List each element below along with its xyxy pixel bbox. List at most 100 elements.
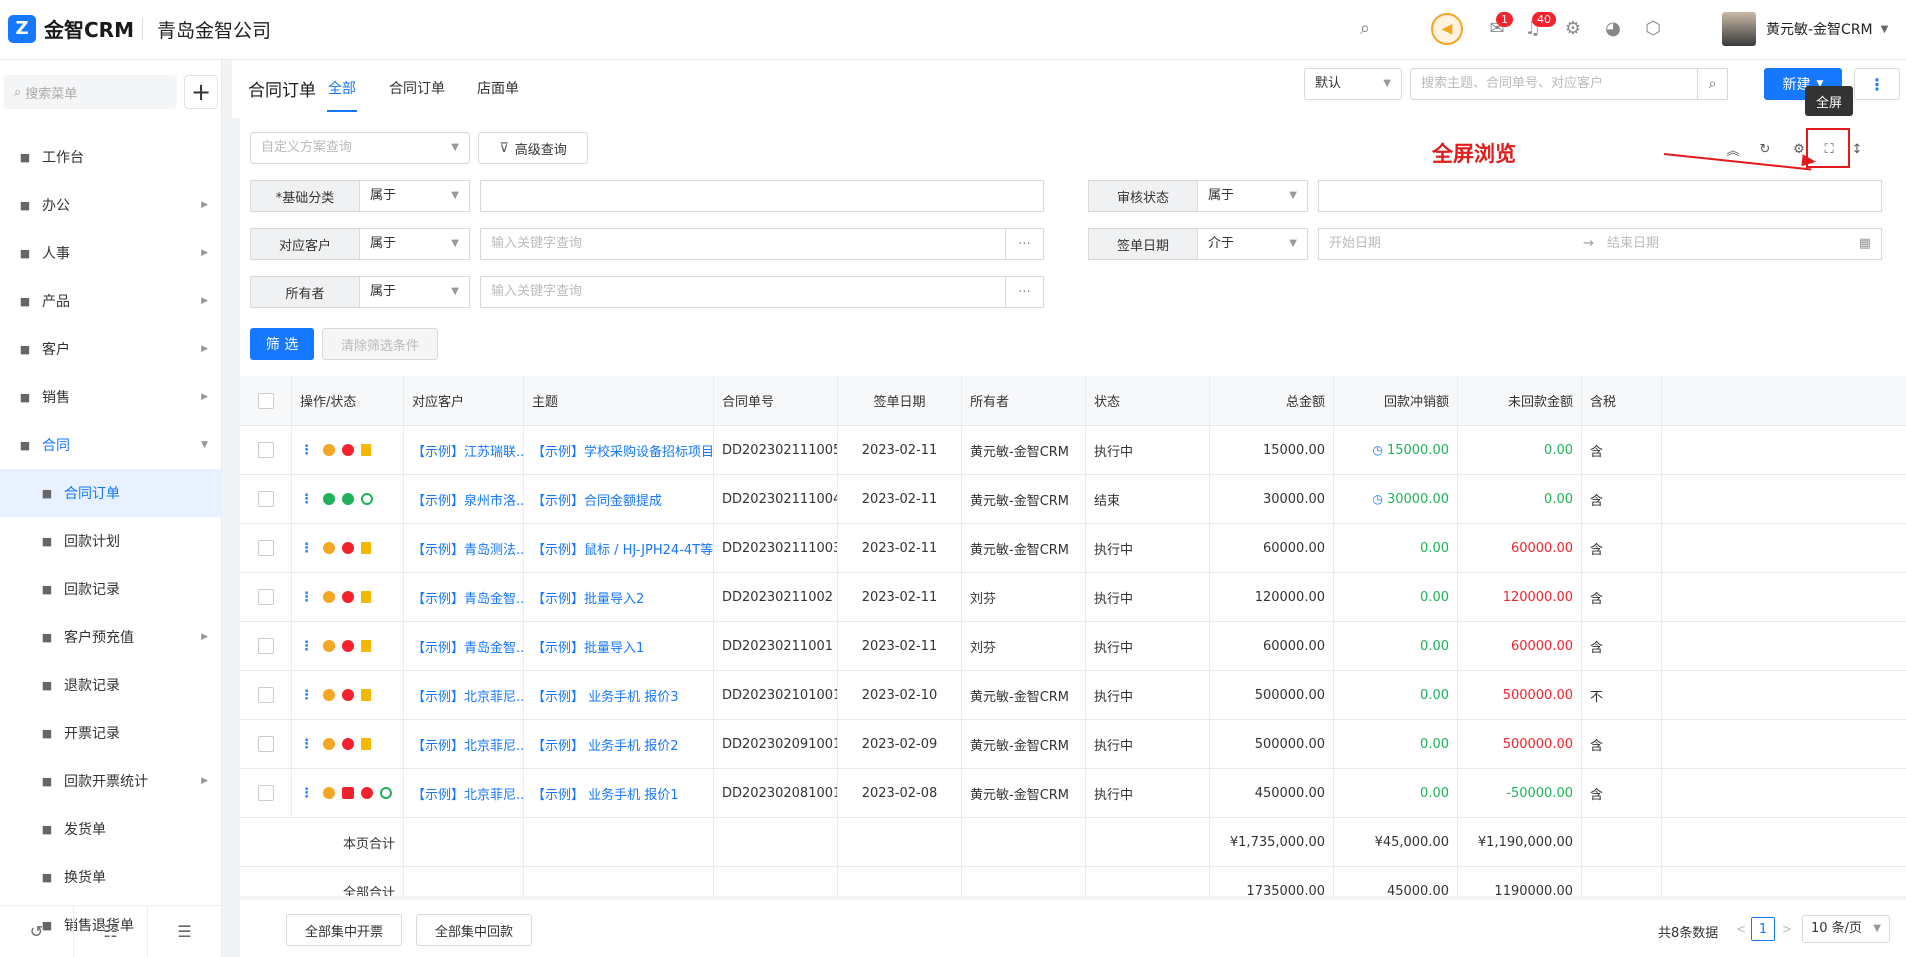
add-menu-button[interactable]: + <box>184 75 218 109</box>
tab-contract-orders[interactable]: 合同订单 <box>389 78 445 98</box>
sidebar-item[interactable]: ■ 销售 ▶ <box>0 373 222 421</box>
sidebar-item[interactable]: ■ 产品 ▶ <box>0 277 222 325</box>
search-icon[interactable]: ⌕ <box>1352 15 1378 41</box>
subject-link[interactable]: 【示例】合同金额提成 <box>532 490 662 509</box>
audit-operator-select[interactable]: 属于 ▼ <box>1198 180 1308 212</box>
table-row[interactable]: ⋮ 【示例】青岛金智... 【示例】批量导入2 DD20230211002 2023-0… <box>240 573 1906 622</box>
more-vertical-icon[interactable]: ⋮ <box>300 492 313 507</box>
row-checkbox[interactable] <box>257 736 274 752</box>
subject-link[interactable]: 【示例】批量导入2 <box>532 588 644 607</box>
column-header-date[interactable]: 签单日期 <box>838 376 962 425</box>
pie-chart-icon[interactable]: ◕ <box>1600 15 1626 41</box>
table-row[interactable]: ⋮ 【示例】泉州市洛... 【示例】合同金额提成 DD202302111004 2023… <box>240 475 1906 524</box>
custom-scheme-select[interactable]: 自定义方案查询 ▼ <box>250 132 470 164</box>
more-actions-button[interactable]: ⋮ <box>1854 68 1900 100</box>
customer-picker-button[interactable]: ··· <box>1006 228 1044 260</box>
subject-link[interactable]: 【示例】 业务手机 报价1 <box>532 784 679 803</box>
prev-page-button[interactable]: < <box>1736 922 1746 936</box>
row-actions[interactable]: ⋮ <box>292 720 404 768</box>
row-checkbox-cell[interactable] <box>240 475 292 523</box>
subject-cell[interactable]: 【示例】鼠标 / HJ-JPH24-4T等3... <box>524 524 714 572</box>
column-header-owner[interactable]: 所有者 <box>962 376 1086 425</box>
select-all-checkbox-cell[interactable] <box>240 376 292 425</box>
page-number-current[interactable]: 1 <box>1751 917 1775 941</box>
sidebar-item[interactable]: ■ 合同 ▼ <box>0 421 222 469</box>
row-checkbox-cell[interactable] <box>240 720 292 768</box>
customer-cell[interactable]: 【示例】青岛测法... <box>404 524 524 572</box>
table-row[interactable]: ⋮ 【示例】青岛金智... 【示例】批量导入1 DD20230211001 2023-0… <box>240 622 1906 671</box>
row-actions[interactable]: ⋮ <box>292 524 404 572</box>
subject-link[interactable]: 【示例】 业务手机 报价3 <box>532 686 679 705</box>
row-checkbox[interactable] <box>257 540 274 556</box>
table-row[interactable]: ⋮ 【示例】江苏瑞联... 【示例】学校采购设备招标项目 DD202302111005… <box>240 426 1906 475</box>
column-header-ops[interactable]: 操作/状态 <box>292 376 404 425</box>
row-checkbox-cell[interactable] <box>240 426 292 474</box>
advanced-query-button[interactable]: ⊽ 高级查询 <box>478 132 588 164</box>
subject-cell[interactable]: 【示例】 业务手机 报价3 <box>524 671 714 719</box>
column-header-subject[interactable]: 主题 <box>524 376 714 425</box>
row-checkbox[interactable] <box>257 785 274 801</box>
customer-link[interactable]: 【示例】江苏瑞联... <box>412 441 523 460</box>
sidebar-item[interactable]: ■ 发货单 <box>0 805 222 853</box>
audit-status-input[interactable] <box>1318 180 1882 212</box>
table-row[interactable]: ⋮ 【示例】北京菲尼... 【示例】 业务手机 报价1 DD202302081001 2… <box>240 769 1906 818</box>
sign-date-operator-select[interactable]: 介于 ▼ <box>1198 228 1308 260</box>
customer-cell[interactable]: 【示例】北京菲尼... <box>404 720 524 768</box>
search-input[interactable]: 搜索主题、合同单号、对应客户 <box>1410 68 1698 100</box>
sidebar-item[interactable]: ■ 办公 ▶ <box>0 181 222 229</box>
sidebar-item[interactable]: ■ 合同订单 <box>0 469 222 517</box>
row-checkbox[interactable] <box>257 638 274 654</box>
owner-picker-button[interactable]: ··· <box>1006 276 1044 308</box>
customer-operator-select[interactable]: 属于 ▼ <box>360 228 470 260</box>
sidebar-item[interactable]: ■ 客户预充值 ▶ <box>0 613 222 661</box>
column-header-no[interactable]: 合同单号 <box>714 376 838 425</box>
row-actions[interactable]: ⋮ <box>292 475 404 523</box>
row-checkbox-cell[interactable] <box>240 573 292 621</box>
menu-search-input[interactable]: ⌕ 搜索菜单 <box>4 75 177 109</box>
app-logo[interactable]: Z 金智CRM <box>8 14 134 43</box>
sidebar-item[interactable]: ■ 人事 ▶ <box>0 229 222 277</box>
collect-all-button[interactable]: 全部集中回款 <box>416 914 532 946</box>
sidebar-item[interactable]: ■ 回款计划 <box>0 517 222 565</box>
refresh-icon[interactable]: ↻ <box>1756 140 1774 158</box>
more-vertical-icon[interactable]: ⋮ <box>300 639 313 654</box>
subject-cell[interactable]: 【示例】 业务手机 报价1 <box>524 769 714 817</box>
search-button[interactable]: ⌕ <box>1698 68 1728 100</box>
row-actions[interactable]: ⋮ <box>292 573 404 621</box>
row-actions[interactable]: ⋮ <box>292 622 404 670</box>
sidebar-item[interactable]: ■ 换货单 <box>0 853 222 901</box>
table-row[interactable]: ⋮ 【示例】北京菲尼... 【示例】 业务手机 报价3 DD202302101001 2… <box>240 671 1906 720</box>
row-checkbox-cell[interactable] <box>240 524 292 572</box>
more-vertical-icon[interactable]: ⋮ <box>300 786 313 801</box>
customer-link[interactable]: 【示例】青岛金智... <box>412 588 523 607</box>
column-header-total[interactable]: 总金额 <box>1210 376 1334 425</box>
column-header-unpaid[interactable]: 未回款金额 <box>1458 376 1582 425</box>
customer-link[interactable]: 【示例】北京菲尼... <box>412 735 523 754</box>
tab-store-orders[interactable]: 店面单 <box>477 78 519 98</box>
sidebar-item[interactable]: ■ 工作台 <box>0 133 222 181</box>
sliders-icon[interactable]: ☷ <box>74 906 148 957</box>
row-checkbox[interactable] <box>257 442 274 458</box>
column-header-status[interactable]: 状态 <box>1086 376 1210 425</box>
customer-input[interactable]: 输入关键字查询 <box>480 228 1006 260</box>
subject-cell[interactable]: 【示例】合同金额提成 <box>524 475 714 523</box>
clear-filter-button[interactable]: 清除筛选条件 <box>322 328 438 360</box>
column-header-customer[interactable]: 对应客户 <box>404 376 524 425</box>
subject-link[interactable]: 【示例】批量导入1 <box>532 637 644 656</box>
expand-vertical-icon[interactable]: ↕ <box>1848 140 1866 158</box>
row-checkbox-cell[interactable] <box>240 769 292 817</box>
row-checkbox[interactable] <box>257 687 274 703</box>
owner-input[interactable]: 输入关键字查询 <box>480 276 1006 308</box>
collapse-up-icon[interactable]: ︽ <box>1724 140 1742 159</box>
cube-icon[interactable]: ⬡ <box>1640 15 1666 41</box>
history-icon[interactable]: ↺ <box>0 906 74 957</box>
row-checkbox[interactable] <box>257 589 274 605</box>
customer-link[interactable]: 【示例】青岛金智... <box>412 637 523 656</box>
customer-cell[interactable]: 【示例】青岛金智... <box>404 573 524 621</box>
subject-link[interactable]: 【示例】鼠标 / HJ-JPH24-4T等3... <box>532 539 713 558</box>
category-operator-select[interactable]: 属于 ▼ <box>360 180 470 212</box>
customer-link[interactable]: 【示例】青岛测法... <box>412 539 523 558</box>
customer-link[interactable]: 【示例】北京菲尼... <box>412 784 523 803</box>
user-menu[interactable]: 黄元敏-金智CRM ▼ <box>1722 12 1888 46</box>
customer-link[interactable]: 【示例】北京菲尼... <box>412 686 523 705</box>
